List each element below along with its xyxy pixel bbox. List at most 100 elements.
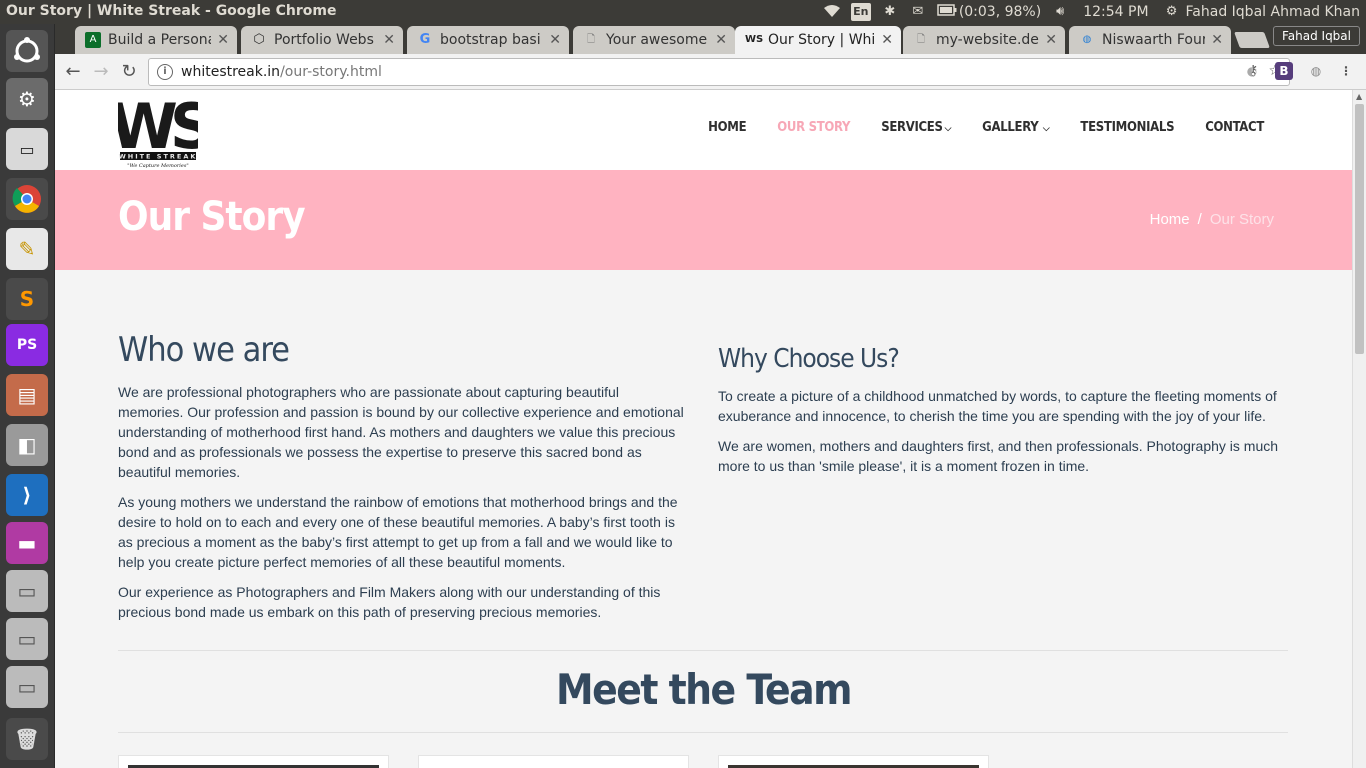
- google-icon: G: [419, 32, 431, 47]
- close-icon[interactable]: ✕: [1211, 32, 1223, 48]
- close-icon[interactable]: ✕: [217, 32, 229, 48]
- tab-label: Portfolio Webs: [274, 32, 374, 48]
- battery-text: (0:03, 98%): [958, 4, 1042, 20]
- tab[interactable]: ⬡ Portfolio Webs ✕: [241, 26, 403, 54]
- tab[interactable]: G bootstrap basi ✕: [407, 26, 569, 54]
- page-icon: 🗋︎: [916, 34, 926, 45]
- close-icon[interactable]: ✕: [383, 32, 395, 48]
- keyboard-layout-indicator[interactable]: En: [850, 3, 871, 21]
- wifi-icon[interactable]: [823, 4, 841, 20]
- url-host: whitestreak.in: [181, 64, 281, 80]
- svg-text:WHITE STREAK: WHITE STREAK: [119, 153, 198, 161]
- white-streak-logo[interactable]: WS WHITE STREAK "We Capture Memories": [109, 90, 218, 170]
- tab-strip: A Build a Persona ✕ ⬡ Portfolio Webs ✕ G…: [55, 24, 1366, 54]
- scroll-up-arrow-icon[interactable]: ▲: [1356, 92, 1362, 101]
- trash-icon[interactable]: 🗑︎: [6, 718, 48, 760]
- info-icon[interactable]: i: [157, 64, 173, 80]
- nav-contact[interactable]: CONTACT: [1205, 120, 1264, 135]
- battery-indicator[interactable]: (0:03, 98%): [937, 4, 1041, 20]
- gear-icon: ⚙: [1165, 4, 1178, 19]
- phpstorm-icon[interactable]: PS: [6, 324, 48, 366]
- team-card[interactable]: [118, 755, 389, 768]
- close-icon[interactable]: ✕: [1045, 32, 1057, 48]
- android-studio-icon: A: [85, 32, 101, 48]
- forward-arrow-icon[interactable]: →: [89, 60, 113, 84]
- user-menu[interactable]: ⚙ Fahad Iqbal Ahmad Khan: [1163, 4, 1360, 20]
- nav-services-label: SERVICES: [881, 120, 943, 135]
- close-icon[interactable]: ✕: [715, 32, 727, 48]
- browser-toolbar: ← → ↻ i whitestreak.in/our-story.html ⚷ …: [55, 54, 1366, 90]
- globe-extension-icon[interactable]: ◍: [1307, 62, 1325, 80]
- file-cabinet-icon[interactable]: ▤: [6, 374, 48, 416]
- who-paragraph-3: Our experience as Photographers and Film…: [118, 584, 661, 620]
- system-indicators: En ✱ ✉ (0:03, 98%) 🔊︎ 12:54 PM ⚙ Fahad I…: [823, 0, 1360, 24]
- app-window-icon[interactable]: ▬: [6, 522, 48, 564]
- chrome-icon[interactable]: [6, 178, 48, 220]
- tab-label: bootstrap basi: [440, 32, 541, 48]
- breadcrumb-current: Our Story: [1209, 211, 1274, 228]
- bootstrap-extension-icon[interactable]: B: [1275, 62, 1293, 80]
- clock[interactable]: 12:54 PM: [1083, 4, 1148, 20]
- user-name: Fahad Iqbal Ahmad Khan: [1185, 4, 1360, 20]
- new-tab-button[interactable]: [1234, 32, 1270, 48]
- globe-icon: ◍: [1082, 34, 1092, 45]
- tab[interactable]: 🗋︎ my-website.dev ✕: [903, 26, 1065, 54]
- unity-launcher: ⚙ ▭ ✎ S PS ▤ ◧ ⟩ ▬ ▭ ▭ ▭ 🗑︎: [0, 24, 55, 768]
- tab-label: Our Story | Whi: [768, 32, 876, 48]
- who-paragraph-2: As young mothers we understand the rainb…: [118, 494, 678, 570]
- drive-icon-2[interactable]: ▭: [6, 618, 48, 660]
- nav-services[interactable]: SERVICES ⌵: [881, 120, 951, 135]
- tab[interactable]: ◍ Niswaarth Four ✕: [1069, 26, 1231, 54]
- bleachbit-icon[interactable]: ✎: [6, 228, 48, 270]
- drive-icon-3[interactable]: ▭: [6, 666, 48, 708]
- page-title: Our Story: [118, 194, 306, 240]
- main-nav: HOME OUR STORY SERVICES ⌵ GALLERY ⌵ TESTI…: [708, 120, 1264, 135]
- nav-our-story[interactable]: OUR STORY: [777, 120, 850, 135]
- close-icon[interactable]: ✕: [881, 32, 893, 48]
- nav-testimonials[interactable]: TESTIMONIALS: [1080, 120, 1174, 135]
- volume-icon[interactable]: 🔊︎: [1051, 4, 1069, 20]
- reload-icon[interactable]: ↻: [117, 60, 141, 84]
- tab[interactable]: 🗋︎ Your awesome ✕: [573, 26, 735, 54]
- why-choose-us-section: Why Choose Us? To create a picture of a …: [718, 342, 1288, 486]
- tab-label: Build a Persona: [108, 32, 212, 48]
- nav-home[interactable]: HOME: [708, 120, 746, 135]
- white-streak-icon: WS: [745, 34, 764, 45]
- profile-button[interactable]: Fahad Iqbal: [1272, 26, 1360, 46]
- extension-icon[interactable]: ◐: [1243, 62, 1261, 80]
- mail-icon[interactable]: ✉: [909, 4, 927, 20]
- page-viewport: WS WHITE STREAK "We Capture Memories" HO…: [55, 90, 1352, 768]
- tab[interactable]: A Build a Persona ✕: [75, 26, 237, 54]
- site-header: WS WHITE STREAK "We Capture Memories" HO…: [55, 90, 1352, 170]
- chevron-down-icon: ⌵: [944, 124, 952, 134]
- nav-gallery-label: GALLERY: [982, 120, 1039, 135]
- section-divider: [118, 650, 1288, 651]
- page-banner: Our Story Home / Our Story: [55, 170, 1352, 270]
- menu-icon[interactable]: ⋮: [1337, 62, 1355, 80]
- terminal-icon[interactable]: ▭: [6, 128, 48, 170]
- scanner-icon[interactable]: ◧: [6, 424, 48, 466]
- bluetooth-icon[interactable]: ✱: [881, 4, 899, 20]
- vscode-icon[interactable]: ⟩: [6, 474, 48, 516]
- sublime-text-icon[interactable]: S: [6, 278, 48, 320]
- window-title: Our Story | White Streak - Google Chrome: [6, 3, 337, 19]
- team-card[interactable]: [418, 755, 689, 768]
- team-card[interactable]: [718, 755, 989, 768]
- page-scrollbar[interactable]: ▲: [1352, 90, 1366, 768]
- scrollbar-thumb[interactable]: [1355, 104, 1364, 354]
- system-settings-icon[interactable]: ⚙: [6, 78, 48, 120]
- ubuntu-dash-icon[interactable]: [6, 30, 48, 72]
- address-bar[interactable]: i whitestreak.in/our-story.html ⚷ ☆: [148, 58, 1290, 86]
- drive-icon-1[interactable]: ▭: [6, 570, 48, 612]
- breadcrumb: Home / Our Story: [1150, 211, 1274, 228]
- close-icon[interactable]: ✕: [549, 32, 561, 48]
- breadcrumb-separator: /: [1197, 211, 1202, 228]
- tab-active[interactable]: WS Our Story | Whi ✕: [735, 26, 901, 54]
- breadcrumb-home-link[interactable]: Home: [1150, 211, 1190, 228]
- back-arrow-icon[interactable]: ←: [61, 60, 85, 84]
- who-we-are-heading: Who we are: [118, 330, 290, 370]
- nav-gallery[interactable]: GALLERY ⌵: [982, 120, 1050, 135]
- svg-text:"We Capture Memories": "We Capture Memories": [127, 163, 188, 169]
- codepen-icon: ⬡: [253, 32, 265, 47]
- who-we-are-section: Who we are We are professional photograp…: [118, 330, 688, 632]
